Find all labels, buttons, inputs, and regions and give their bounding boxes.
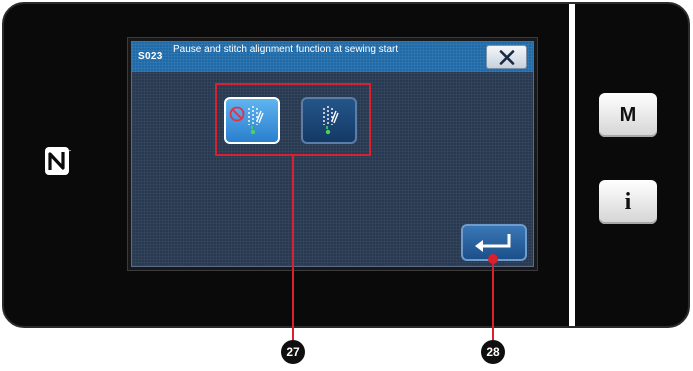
callout-marker-27: 27: [281, 340, 305, 364]
nfc-icon: ™: [45, 147, 72, 175]
panel-divider: [569, 4, 575, 326]
stitch-alignment-on-icon: [229, 106, 264, 135]
options-leader-line: [292, 156, 294, 340]
alignment-on-button[interactable]: [224, 97, 280, 144]
close-icon: [499, 50, 515, 65]
stitch-alignment-off-icon: [323, 106, 339, 135]
alignment-off-button[interactable]: [301, 97, 357, 144]
enter-leader-line: [492, 256, 494, 340]
dialog-title-bar: S023 Pause and stitch alignment function…: [132, 42, 533, 72]
mode-button[interactable]: M: [599, 93, 657, 137]
function-code: S023: [138, 51, 163, 62]
close-button[interactable]: [486, 45, 527, 69]
info-button[interactable]: i: [599, 180, 657, 224]
callout-marker-28: 28: [481, 340, 505, 364]
svg-text:™: ™: [68, 149, 72, 154]
enter-leader-dot: [488, 254, 498, 264]
dialog-title: Pause and stitch alignment function at s…: [173, 44, 399, 55]
